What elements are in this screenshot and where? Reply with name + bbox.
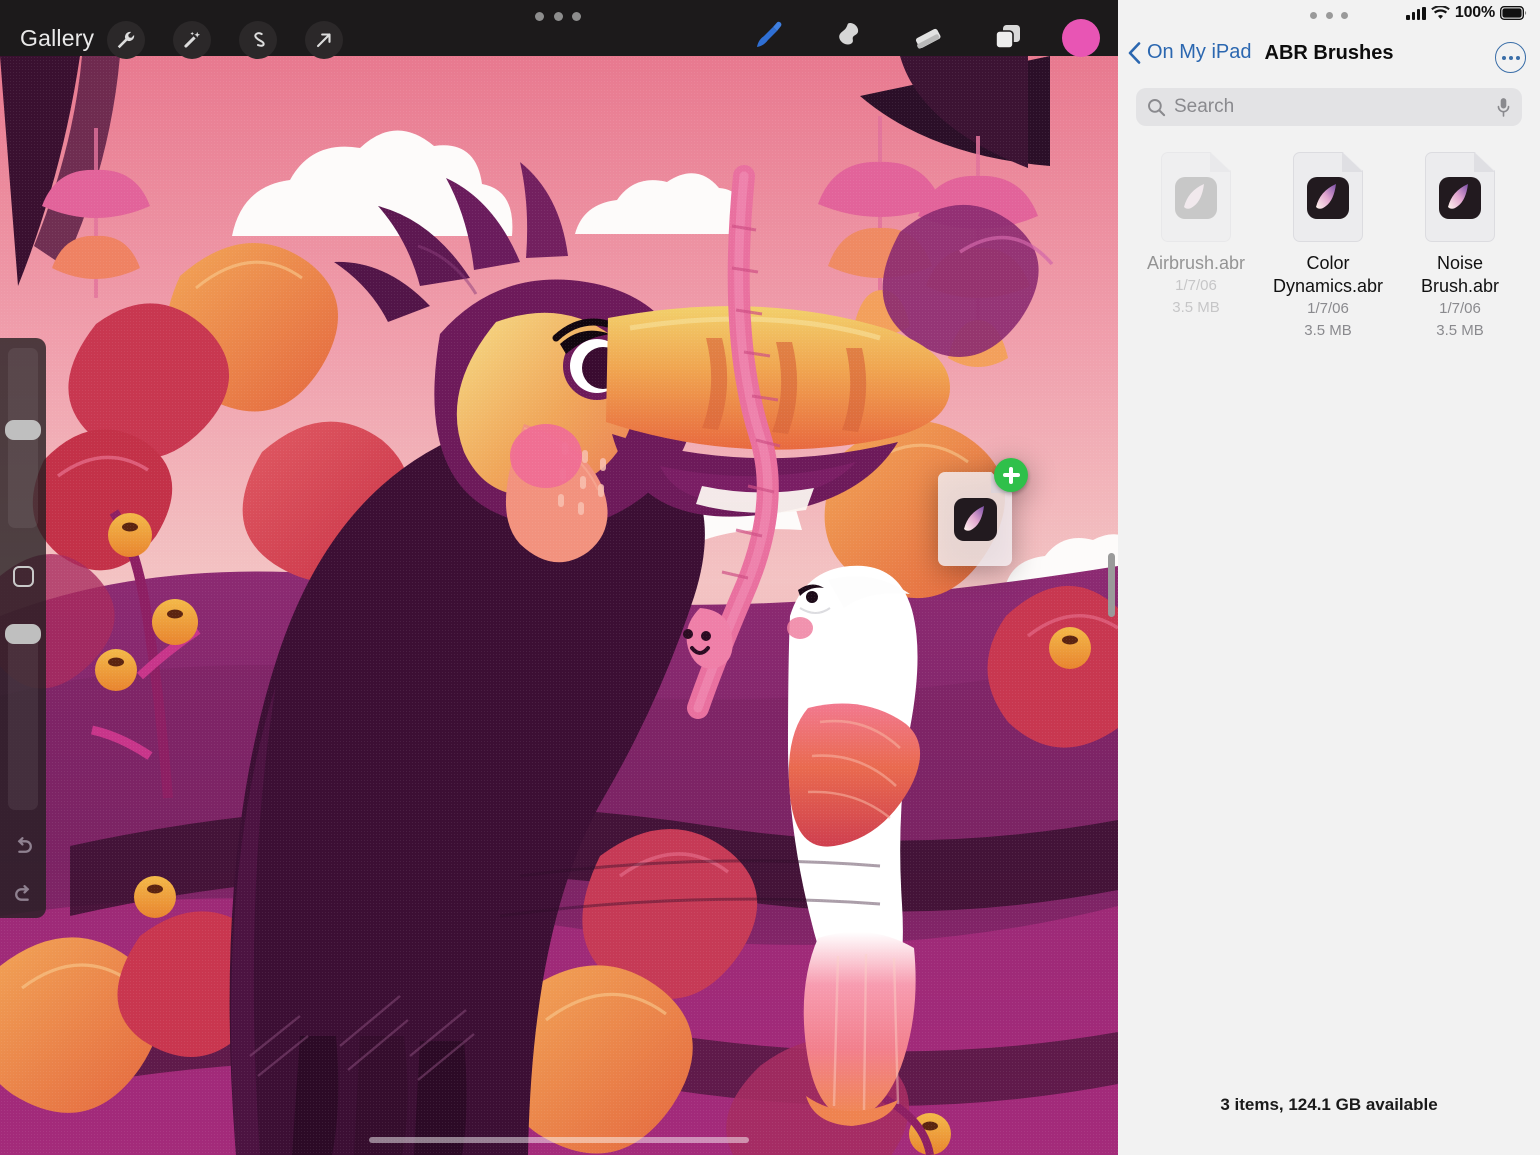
opacity-knob[interactable] [5, 624, 41, 644]
multitasking-dots-icon[interactable] [535, 8, 581, 24]
battery-percent: 100% [1454, 4, 1495, 21]
file-doc-icon [1293, 152, 1363, 242]
smudge-icon[interactable] [824, 16, 872, 56]
file-doc-icon [1425, 152, 1495, 242]
file-size: 3.5 MB [1172, 299, 1220, 316]
multitasking-dots-icon[interactable] [1310, 9, 1348, 21]
file-date: 1/7/06 [1175, 277, 1217, 294]
actions-wrench-icon[interactable] [107, 21, 145, 59]
redo-icon[interactable] [11, 882, 36, 907]
gallery-button[interactable]: Gallery [20, 25, 94, 52]
brush-size-knob[interactable] [5, 420, 41, 440]
file-date: 1/7/06 [1307, 300, 1349, 317]
procreate-brush-icon [1307, 177, 1349, 219]
procreate-toolbar: Gallery [0, 0, 1118, 59]
search-placeholder: Search [1174, 96, 1235, 117]
more-options-icon[interactable] [1495, 42, 1526, 73]
undo-icon[interactable] [11, 834, 36, 859]
chevron-left-icon [1128, 41, 1141, 64]
color-swatch[interactable] [1062, 19, 1100, 57]
file-size: 3.5 MB [1436, 322, 1484, 339]
file-name: Color Dynamics.abr [1272, 253, 1384, 296]
opacity-slider[interactable] [8, 624, 38, 810]
file-item-noise-brush[interactable]: Noise Brush.abr 1/7/06 3.5 MB [1394, 152, 1526, 342]
adjustments-wand-icon[interactable] [173, 21, 211, 59]
transform-arrow-icon[interactable] [305, 21, 343, 59]
search-field[interactable]: Search [1136, 88, 1522, 126]
split-view-handle[interactable] [1108, 553, 1115, 617]
modify-button[interactable] [13, 566, 34, 587]
artwork-canvas[interactable] [0, 56, 1118, 1155]
wifi-icon [1431, 5, 1450, 19]
file-item-airbrush[interactable]: Airbrush.abr 1/7/06 3.5 MB [1130, 152, 1262, 342]
procreate-app: Gallery [0, 0, 1118, 1155]
eraser-icon[interactable] [904, 16, 952, 56]
battery-icon [1500, 6, 1527, 20]
back-button[interactable]: On My iPad [1128, 41, 1251, 64]
file-name: Noise Brush.abr [1420, 253, 1500, 296]
toucan-illustration [0, 56, 1118, 1155]
layers-icon[interactable] [984, 16, 1032, 56]
file-grid: Airbrush.abr 1/7/06 3.5 MB Color Dynamic… [1118, 126, 1540, 342]
selection-scurve-icon[interactable] [239, 21, 277, 59]
files-navbar: On My iPad ABR Brushes [1118, 30, 1540, 82]
file-name: Airbrush.abr [1146, 253, 1246, 273]
back-label: On My iPad [1147, 41, 1252, 63]
brush-sidebar [0, 338, 46, 918]
procreate-brush-icon-grey [1175, 177, 1217, 219]
procreate-brush-icon [1439, 177, 1481, 219]
file-date: 1/7/06 [1439, 300, 1481, 317]
microphone-icon[interactable] [1496, 97, 1511, 118]
status-footer: 3 items, 124.1 GB available [1220, 1095, 1438, 1114]
procreate-brush-icon [954, 498, 997, 541]
home-indicator [369, 1137, 749, 1143]
drag-preview-file[interactable] [938, 458, 1028, 566]
cellular-icon [1406, 6, 1426, 20]
file-item-color-dynamics[interactable]: Color Dynamics.abr 1/7/06 3.5 MB [1262, 152, 1394, 342]
files-app: 100% On My iPad ABR Brushes Search Airbr… [1118, 0, 1540, 1155]
search-icon [1148, 98, 1166, 116]
status-bar: 100% [1118, 0, 1540, 30]
file-doc-icon [1161, 152, 1231, 242]
drag-add-badge [994, 458, 1028, 492]
file-size: 3.5 MB [1304, 322, 1352, 339]
page-title: ABR Brushes [1264, 42, 1394, 64]
paint-brush-icon[interactable] [744, 16, 792, 56]
